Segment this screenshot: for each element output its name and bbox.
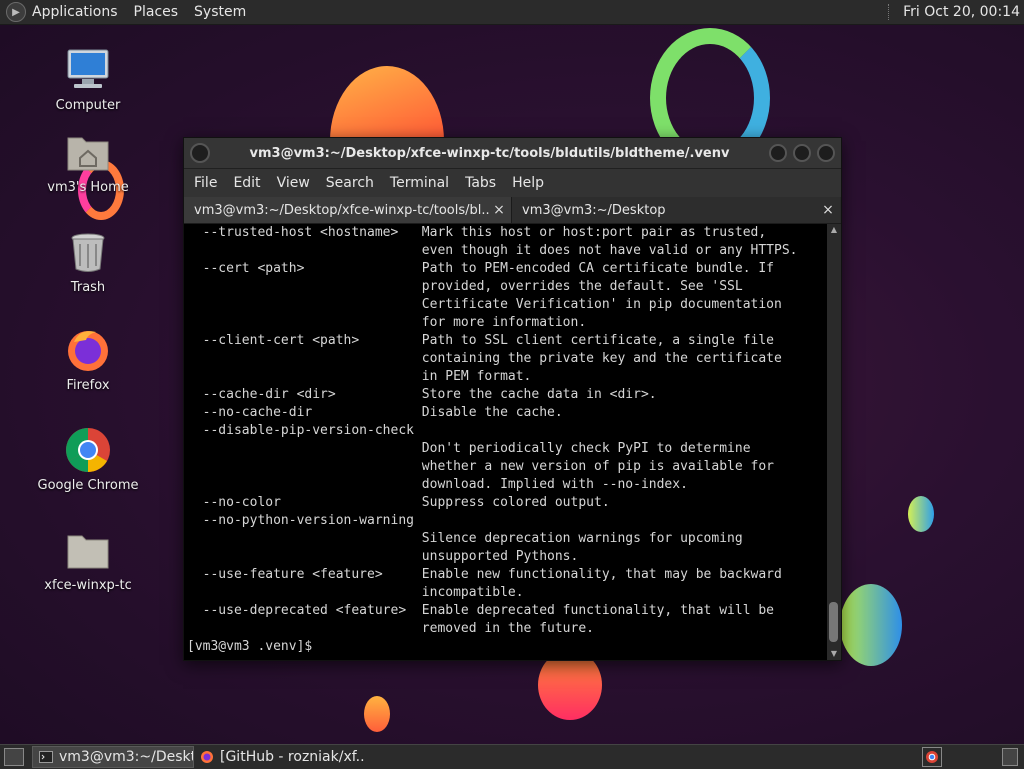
window-menu-icon[interactable] (190, 143, 210, 163)
trash-icon (64, 228, 112, 276)
scroll-down-icon[interactable]: ▼ (827, 648, 841, 660)
terminal-line: removed in the future. (187, 621, 594, 636)
terminal-line: --no-python-version-warning (187, 513, 414, 528)
terminal-line: whether a new version of pip is availabl… (187, 459, 774, 474)
applications-menu[interactable]: Applications (32, 4, 118, 20)
tab-close-icon[interactable]: × (491, 202, 507, 218)
wallpaper-blob-blue-large (840, 584, 902, 666)
desktop-icon-chrome[interactable]: Google Chrome (33, 426, 143, 493)
chrome-icon (64, 426, 112, 474)
places-menu[interactable]: Places (134, 4, 179, 20)
taskbar-item-label: vm3@vm3:~/Deskt... (59, 749, 193, 765)
terminal-line: --trusted-host <hostname> Mark this host… (187, 225, 767, 240)
terminal-icon (39, 750, 53, 764)
show-desktop-button[interactable] (4, 748, 24, 766)
taskbar-item-terminal[interactable]: vm3@vm3:~/Deskt... (32, 746, 194, 768)
terminal-line: --cache-dir <dir> Store the cache data i… (187, 387, 657, 402)
terminal-line: --disable-pip-version-check (187, 423, 414, 438)
terminal-line: --no-cache-dir Disable the cache. (187, 405, 563, 420)
desktop-icon-computer[interactable]: Computer (33, 46, 143, 113)
terminal-line: Certificate Verification' in pip documen… (187, 297, 782, 312)
desktop-icon-label: Trash (70, 280, 106, 295)
menubar: File Edit View Search Terminal Tabs Help (184, 169, 841, 197)
tab-desktop[interactable]: vm3@vm3:~/Desktop × (512, 197, 840, 223)
taskbar-item-firefox[interactable]: [GitHub - rozniak/xf... (194, 746, 364, 768)
window-titlebar[interactable]: vm3@vm3:~/Desktop/xfce-winxp-tc/tools/bl… (184, 138, 841, 169)
panel-separator (888, 4, 895, 20)
menu-tabs[interactable]: Tabs (465, 175, 496, 191)
clock[interactable]: Fri Oct 20, 00:14 (903, 4, 1020, 20)
tab-venv[interactable]: vm3@vm3:~/Desktop/xfce-winxp-tc/tools/bl… (184, 197, 512, 223)
terminal-scrollbar[interactable]: ▲ ▼ (827, 224, 841, 660)
top-panel: ▶ Applications Places System Fri Oct 20,… (0, 0, 1024, 25)
folder-icon (64, 526, 112, 574)
terminal-line: provided, overrides the default. See 'SS… (187, 279, 743, 294)
terminal-line: Silence deprecation warnings for upcomin… (187, 531, 743, 546)
tab-label: vm3@vm3:~/Desktop/xfce-winxp-tc/tools/bl… (194, 202, 491, 218)
desktop-icon-trash[interactable]: Trash (33, 228, 143, 295)
minimize-button[interactable] (769, 144, 787, 162)
terminal-prompt: [vm3@vm3 .venv]$ (187, 639, 313, 654)
terminal-line: --client-cert <path> Path to SSL client … (187, 333, 774, 348)
terminal-line: containing the private key and the certi… (187, 351, 782, 366)
menu-terminal[interactable]: Terminal (390, 175, 449, 191)
menu-file[interactable]: File (194, 175, 217, 191)
terminal-line: even though it does not have valid or an… (187, 243, 798, 258)
wallpaper-blob-orange-small (364, 696, 390, 732)
terminal-line: --no-color Suppress colored output. (187, 495, 610, 510)
taskbar: vm3@vm3:~/Deskt... [GitHub - rozniak/xf.… (0, 744, 1024, 769)
menu-help[interactable]: Help (512, 175, 544, 191)
terminal-line: incompatible. (187, 585, 524, 600)
tab-bar: vm3@vm3:~/Desktop/xfce-winxp-tc/tools/bl… (184, 197, 841, 224)
desktop-icon-label: Firefox (66, 378, 110, 393)
terminal-line: Don't periodically check PyPI to determi… (187, 441, 751, 456)
terminal-line: for more information. (187, 315, 587, 330)
system-menu[interactable]: System (194, 4, 246, 20)
terminal-line: in PEM format. (187, 369, 532, 384)
home-folder-icon (64, 128, 112, 176)
distro-logo-icon[interactable]: ▶ (6, 2, 26, 22)
desktop-icon-label: Computer (55, 98, 121, 113)
wallpaper-blob-blue-small (908, 496, 934, 532)
menu-edit[interactable]: Edit (233, 175, 260, 191)
firefox-icon (200, 750, 214, 764)
desktop-icon-label: vm3's Home (47, 180, 129, 195)
taskbar-item-label: [GitHub - rozniak/xf... (220, 749, 364, 765)
firefox-icon (64, 326, 112, 374)
menu-view[interactable]: View (277, 175, 310, 191)
close-button[interactable] (817, 144, 835, 162)
desktop-icon-firefox[interactable]: Firefox (33, 326, 143, 393)
terminal-line: unsupported Pythons. (187, 549, 579, 564)
tray-chrome-icon[interactable] (922, 747, 942, 767)
scroll-up-icon[interactable]: ▲ (827, 224, 841, 236)
terminal-line: download. Implied with --no-index. (187, 477, 688, 492)
terminal-line: --cert <path> Path to PEM-encoded CA cer… (187, 261, 774, 276)
terminal-output[interactable]: --trusted-host <hostname> Mark this host… (184, 224, 827, 660)
scrollbar-thumb[interactable] (829, 602, 838, 642)
tab-close-icon[interactable]: × (820, 202, 836, 218)
maximize-button[interactable] (793, 144, 811, 162)
desktop-icon-label: Google Chrome (37, 478, 139, 493)
menu-search[interactable]: Search (326, 175, 374, 191)
terminal-window: vm3@vm3:~/Desktop/xfce-winxp-tc/tools/bl… (183, 137, 842, 661)
tab-label: vm3@vm3:~/Desktop (522, 202, 666, 218)
terminal-line: --use-feature <feature> Enable new funct… (187, 567, 782, 582)
terminal-line: --use-deprecated <feature> Enable deprec… (187, 603, 774, 618)
desktop-icon-label: xfce-winxp-tc (44, 578, 132, 593)
desktop-icon-home[interactable]: vm3's Home (33, 128, 143, 195)
desktop-icon-folder[interactable]: xfce-winxp-tc (33, 526, 143, 593)
tray-trash-icon[interactable] (1002, 748, 1018, 766)
window-title: vm3@vm3:~/Desktop/xfce-winxp-tc/tools/bl… (249, 145, 730, 161)
computer-icon (64, 46, 112, 94)
